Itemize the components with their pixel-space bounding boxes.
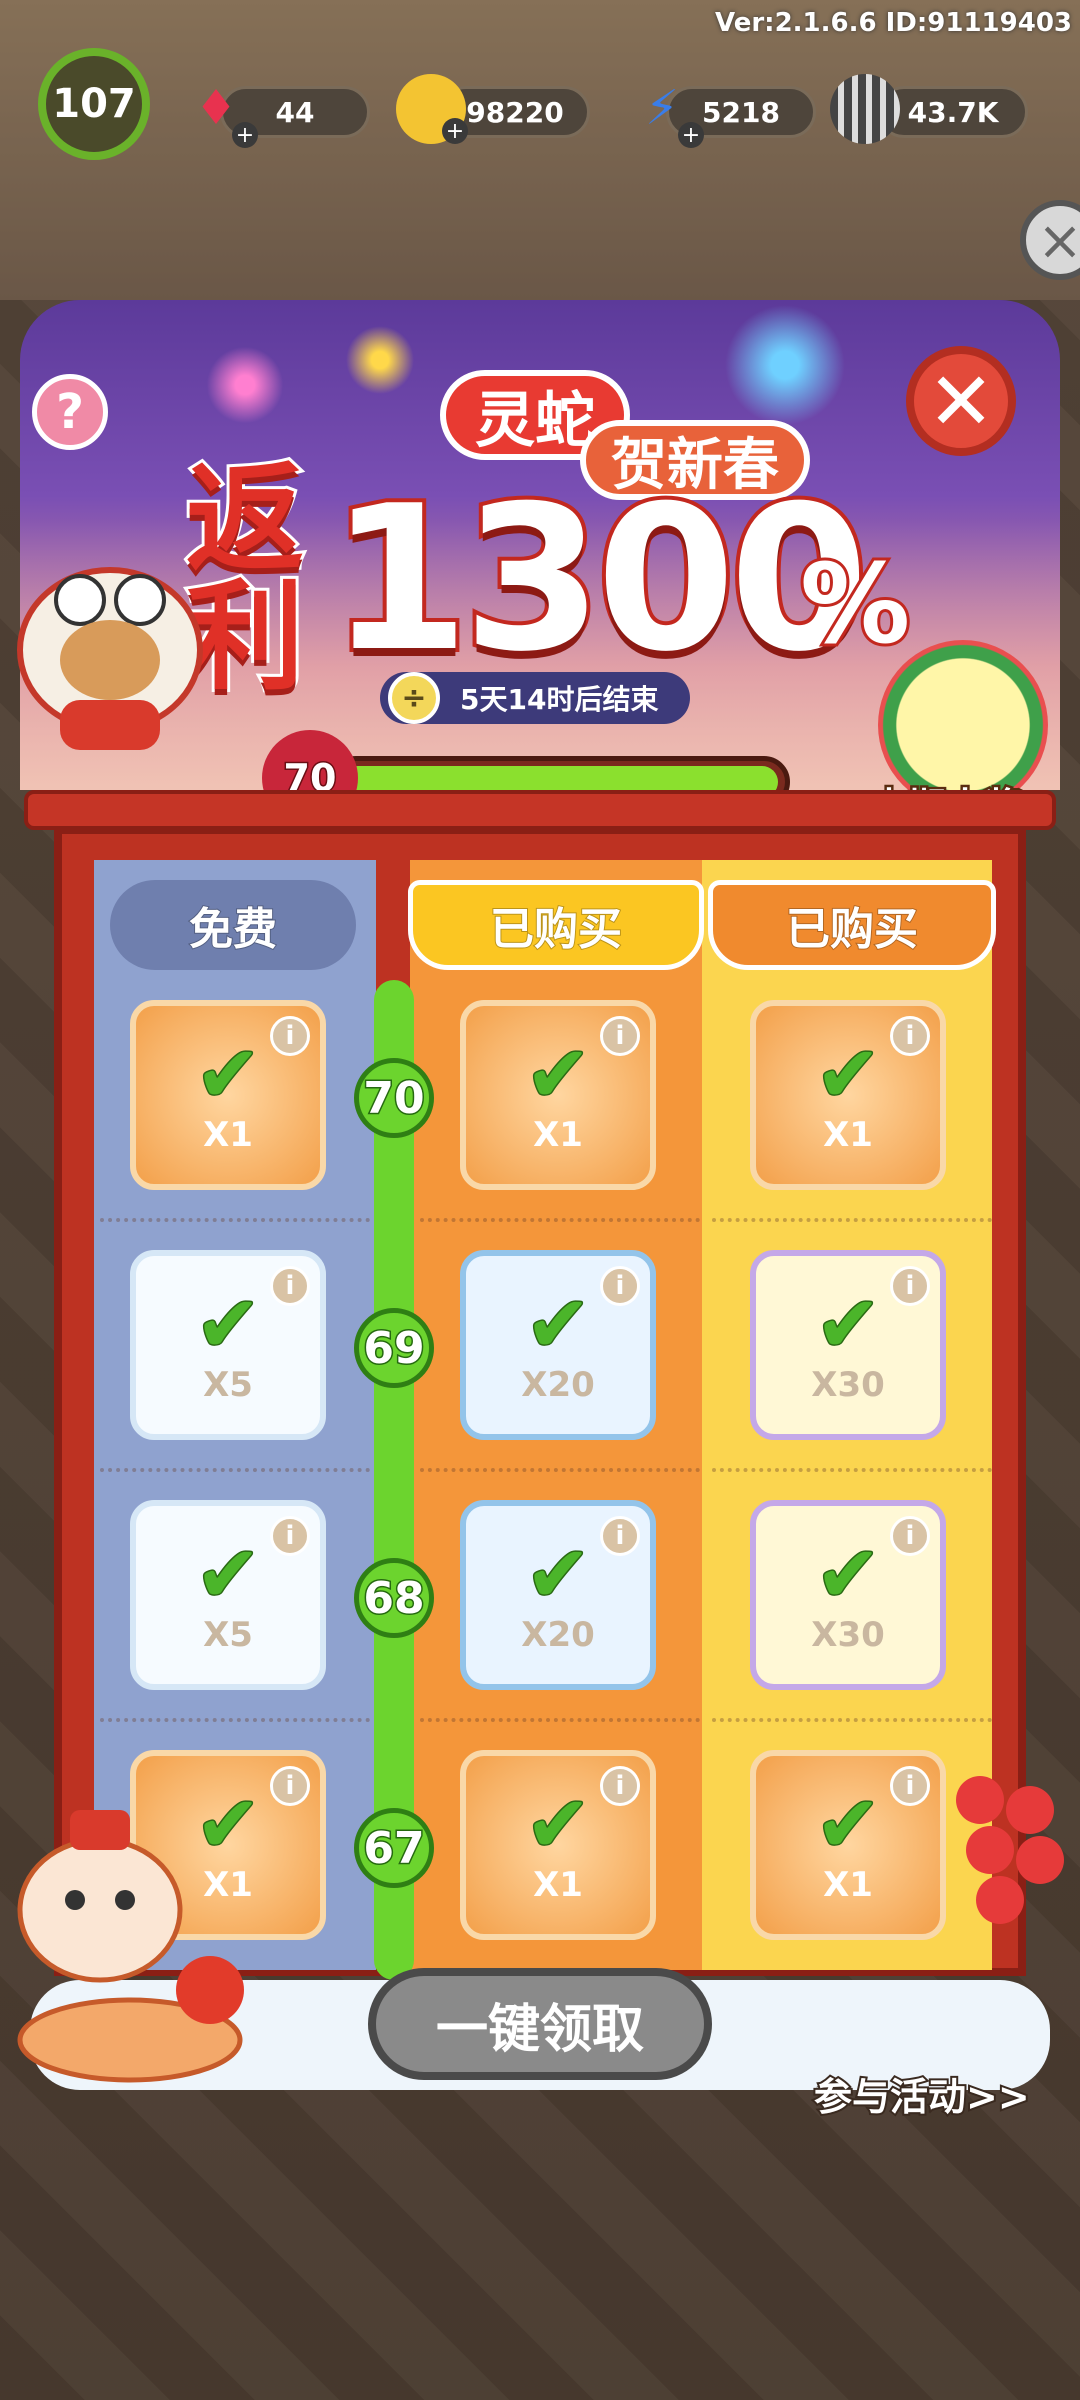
info-icon[interactable]: i	[600, 1016, 640, 1056]
reward-slot[interactable]: i ✔ X1	[460, 1750, 656, 1940]
reward-quantity: X1	[533, 1865, 583, 1905]
question-icon: ?	[56, 384, 84, 440]
row-divider	[420, 1218, 700, 1222]
reward-slot[interactable]: i ✔ X1	[750, 1750, 946, 1940]
level-node: 70	[354, 1058, 434, 1138]
checkmark-icon: ✔	[814, 1280, 882, 1370]
plus-icon[interactable]: +	[232, 122, 258, 148]
tab-paid-tier-1[interactable]: 已购买	[408, 880, 704, 970]
firework-decor	[340, 320, 420, 400]
help-button[interactable]: ?	[32, 374, 108, 450]
reward-quantity: X1	[203, 1115, 253, 1155]
reward-slot[interactable]: i ✔ X5	[130, 1500, 326, 1690]
plus-icon[interactable]: +	[442, 118, 468, 144]
reward-quantity: X30	[811, 1365, 885, 1405]
info-icon[interactable]: i	[270, 1766, 310, 1806]
reward-slot[interactable]: i ✔ X1	[460, 1000, 656, 1190]
title-percent-sign: %	[797, 537, 913, 671]
snake-mascot	[17, 1810, 244, 2083]
reward-quantity: X30	[811, 1615, 885, 1655]
row-divider	[712, 1468, 992, 1472]
row-divider	[420, 1468, 700, 1472]
info-icon[interactable]: i	[890, 1016, 930, 1056]
tab-paid-tier-2[interactable]: 已购买	[708, 880, 996, 970]
claim-all-button[interactable]: 一键领取	[368, 1968, 712, 2080]
reward-quantity: X20	[521, 1365, 595, 1405]
close-icon: ✕	[927, 354, 995, 448]
candied-haws-decor	[956, 1776, 1064, 1924]
title-percentage-number: 1300	[326, 463, 873, 696]
info-icon[interactable]: i	[600, 1516, 640, 1556]
reward-slot[interactable]: i ✔ X5	[130, 1250, 326, 1440]
info-icon[interactable]: i	[270, 1266, 310, 1306]
reward-slot[interactable]: i ✔ X1	[750, 1000, 946, 1190]
row-divider	[712, 1718, 992, 1722]
checkmark-icon: ✔	[194, 1030, 262, 1120]
level-node: 68	[354, 1558, 434, 1638]
join-event-link[interactable]: 参与活动>>	[812, 2066, 1032, 2121]
reward-quantity: X5	[203, 1365, 253, 1405]
info-icon[interactable]: i	[600, 1266, 640, 1306]
seed-count: 43.7K	[907, 95, 999, 129]
reward-slot[interactable]: i ✔ X20	[460, 1500, 656, 1690]
plus-icon[interactable]: +	[678, 122, 704, 148]
lightning-icon: ⚡ +	[622, 68, 704, 148]
checkmark-icon: ✔	[524, 1780, 592, 1870]
coin-count: 98220	[466, 95, 564, 129]
gem-icon: ♦ +	[176, 68, 258, 148]
firework-decor	[200, 340, 290, 430]
energy-count: 5218	[702, 95, 780, 129]
reward-quantity: X1	[533, 1115, 583, 1155]
row-divider	[420, 1718, 700, 1722]
version-label: Ver:2.1.6.6 ID:91119403	[715, 8, 1072, 38]
board-roof	[24, 790, 1056, 830]
checkmark-icon: ✔	[194, 1280, 262, 1370]
row-divider	[100, 1218, 370, 1222]
checkmark-icon: ✔	[814, 1030, 882, 1120]
info-icon[interactable]: i	[270, 1016, 310, 1056]
info-icon[interactable]: i	[890, 1516, 930, 1556]
reward-slot[interactable]: i ✔ X1	[130, 1000, 326, 1190]
timer-text: 5天14时后结束	[460, 683, 659, 716]
checkmark-icon: ✔	[524, 1530, 592, 1620]
info-icon[interactable]: i	[890, 1766, 930, 1806]
player-level-badge[interactable]: 107	[38, 48, 150, 160]
info-icon[interactable]: i	[600, 1766, 640, 1806]
sunflower-seed-icon	[830, 74, 900, 144]
info-icon[interactable]: i	[890, 1266, 930, 1306]
reward-quantity: X1	[823, 1115, 873, 1155]
clock-icon: ÷	[388, 672, 440, 724]
reward-quantity: X20	[521, 1615, 595, 1655]
checkmark-icon: ✔	[194, 1530, 262, 1620]
level-node: 69	[354, 1308, 434, 1388]
row-divider	[100, 1718, 370, 1722]
reward-quantity: X1	[823, 1865, 873, 1905]
reward-slot[interactable]: i ✔ X20	[460, 1250, 656, 1440]
gem-count: 44	[275, 95, 315, 129]
seed-counter[interactable]: 43.7K	[878, 86, 1028, 138]
reward-slot[interactable]: i ✔ X30	[750, 1250, 946, 1440]
row-divider	[712, 1218, 992, 1222]
tab-free[interactable]: 免费	[110, 880, 356, 970]
close-button[interactable]: ✕	[906, 346, 1016, 456]
firework-decor	[720, 300, 850, 430]
info-icon[interactable]: i	[270, 1516, 310, 1556]
checkmark-icon: ✔	[524, 1280, 592, 1370]
reward-quantity: X5	[203, 1615, 253, 1655]
coin-icon: +	[396, 74, 468, 144]
level-node: 67	[354, 1808, 434, 1888]
checkmark-icon: ✔	[814, 1530, 882, 1620]
checkmark-icon: ✔	[814, 1780, 882, 1870]
checkmark-icon: ✔	[524, 1030, 592, 1120]
row-divider	[100, 1468, 370, 1472]
lion-dance-mascot	[17, 567, 203, 750]
reward-slot[interactable]: i ✔ X30	[750, 1500, 946, 1690]
